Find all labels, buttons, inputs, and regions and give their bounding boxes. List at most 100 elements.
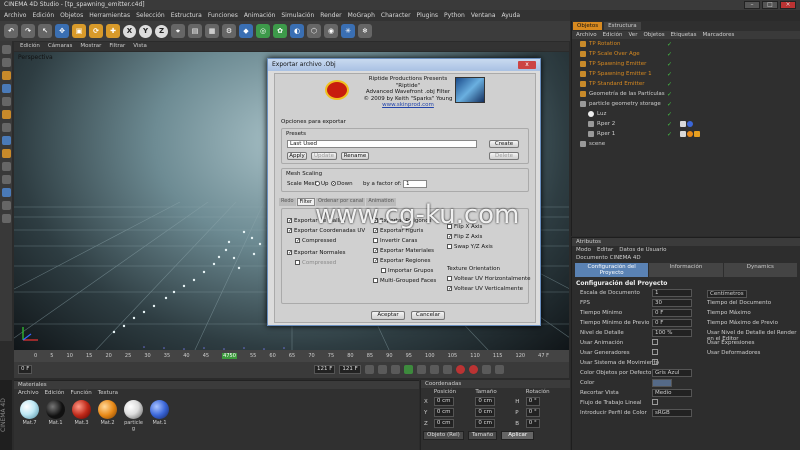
rename-button[interactable]: Rename — [341, 152, 369, 160]
record-icon[interactable] — [455, 364, 465, 374]
warning-tag-icon[interactable] — [694, 131, 700, 137]
timeline[interactable]: 0 5 10 15 20 25 30 35 40 45 4750 55 60 6… — [14, 350, 569, 378]
edges-mode-icon[interactable] — [1, 110, 11, 119]
list-item[interactable]: Rper 1 ✓ — [572, 129, 800, 139]
export-materials-checkbox[interactable]: ✓ Exportar Materiales — [373, 248, 434, 254]
current-frame-marker[interactable]: 4750 — [222, 353, 237, 359]
menu-python[interactable]: Python — [444, 12, 465, 19]
tab-redo[interactable]: Redo — [279, 198, 296, 206]
timeline-ruler[interactable]: 0 5 10 15 20 25 30 35 40 45 4750 55 60 6… — [14, 350, 569, 362]
obj-menu-ver[interactable]: Ver — [628, 32, 637, 38]
color-profile-dropdown[interactable]: sRGB — [652, 409, 692, 417]
menu-edicion[interactable]: Edición — [32, 12, 54, 19]
menu-ayuda[interactable]: Ayuda — [502, 12, 521, 19]
enabled-check-icon[interactable]: ✓ — [667, 131, 672, 138]
current-frame-field[interactable]: 121 F — [314, 364, 336, 374]
apply-button[interactable]: Apply — [287, 152, 307, 160]
vp-menu-vista[interactable]: Vista — [133, 43, 147, 50]
vp-menu-mostrar[interactable]: Mostrar — [80, 43, 101, 50]
use-motion-system-checkbox[interactable] — [652, 359, 658, 365]
flip-uv-vertical-checkbox[interactable]: ✓ Voltear UV Verticalmente — [447, 286, 523, 292]
tab-objects[interactable]: Objetos — [573, 22, 603, 30]
cancel-button[interactable]: Cancelar — [411, 311, 445, 320]
vp-menu-filtrar[interactable]: Filtrar — [109, 43, 125, 50]
menu-plugins[interactable]: Plugins — [417, 12, 439, 19]
render-view-icon[interactable]: ▤ — [188, 24, 202, 38]
redo-icon[interactable]: ↷ — [21, 24, 35, 38]
flip-z-checkbox[interactable]: ✓ Flip Z Axis — [447, 234, 482, 240]
render-settings-icon[interactable]: ⚙ — [222, 24, 236, 38]
mat-menu-funcion[interactable]: Función — [70, 390, 91, 397]
list-item[interactable]: TP Scale Over Age ✓ — [572, 49, 800, 59]
axis-mode-icon[interactable] — [1, 136, 11, 145]
min-preview-field[interactable]: 0 F — [652, 319, 692, 327]
create-button[interactable]: Create — [489, 140, 519, 148]
menu-seleccion[interactable]: Selección — [136, 12, 165, 19]
object-mode-icon[interactable] — [1, 58, 11, 67]
scene-icon[interactable]: ⬡ — [307, 24, 321, 38]
header-link[interactable]: www.skinprod.com — [353, 102, 463, 109]
workplane-icon[interactable] — [1, 84, 11, 93]
tab-dynamics[interactable]: Dynamics — [723, 263, 797, 277]
size-mode-dropdown[interactable]: Tamaño — [467, 431, 498, 440]
paint-icon[interactable] — [1, 201, 11, 210]
x-axis-button[interactable]: X — [123, 24, 136, 38]
material-tag-icon[interactable] — [687, 131, 693, 137]
list-item[interactable]: TP Spawning Emitter ✓ — [572, 59, 800, 69]
linear-workflow-checkbox[interactable] — [652, 399, 658, 405]
enabled-check-icon[interactable]: ✓ — [667, 51, 672, 58]
pos-z-field[interactable]: 0 cm — [433, 419, 454, 428]
move-icon[interactable]: ✥ — [55, 24, 69, 38]
use-generators-checkbox[interactable] — [652, 349, 658, 355]
prev-key-icon[interactable] — [377, 364, 387, 374]
close-button[interactable]: × — [780, 1, 796, 9]
list-item[interactable]: scene — [572, 139, 800, 149]
enabled-check-icon[interactable]: ✓ — [667, 111, 672, 118]
swap-yz-checkbox[interactable]: Swap Y/Z Axis — [447, 244, 493, 250]
go-end-icon[interactable] — [442, 364, 452, 374]
material-item[interactable]: Mat.7 — [18, 400, 41, 432]
vp-menu-edicion[interactable]: Edición — [20, 43, 40, 50]
attr-menu-editar[interactable]: Editar — [597, 247, 613, 253]
list-item[interactable]: TP Rotation ✓ — [572, 39, 800, 49]
uv-compressed-checkbox[interactable]: ✓ Compressed — [295, 238, 336, 244]
rotate-icon[interactable]: ⟳ — [89, 24, 103, 38]
apply-coords-button[interactable]: Aplicar — [501, 431, 535, 440]
enabled-check-icon[interactable]: ✓ — [667, 121, 672, 128]
list-item[interactable]: Luz ✓ — [572, 109, 800, 119]
list-item[interactable]: particle geometry storage ✓ — [572, 99, 800, 109]
rot-b-field[interactable]: 0 ° — [525, 419, 540, 428]
material-item[interactable]: Mat.1 — [148, 400, 171, 432]
mat-menu-edicion[interactable]: Edición — [45, 390, 65, 397]
invert-faces-checkbox[interactable]: Invertir Caras — [373, 238, 417, 244]
maximize-button[interactable]: □ — [762, 1, 778, 9]
list-item[interactable]: TP Spawning Emitter 1 ✓ — [572, 69, 800, 79]
undo-icon[interactable]: ↶ — [4, 24, 18, 38]
scale-down-radio[interactable]: Down — [331, 181, 353, 187]
grid-icon[interactable] — [1, 214, 11, 223]
material-item[interactable]: Mat.1 — [44, 400, 67, 432]
go-start-icon[interactable] — [364, 364, 374, 374]
menu-simulacion[interactable]: Simulación — [281, 12, 314, 19]
points-mode-icon[interactable] — [1, 97, 11, 106]
material-item[interactable]: particle g — [122, 400, 145, 432]
lod-field[interactable]: 100 % — [652, 329, 692, 337]
pos-x-field[interactable]: 0 cm — [433, 397, 454, 406]
obj-menu-objetos[interactable]: Objetos — [643, 32, 664, 38]
menu-mograph[interactable]: MoGraph — [348, 12, 375, 19]
tab-structure[interactable]: Estructura — [604, 22, 641, 30]
export-normals-checkbox[interactable]: ✓ Exportar Normales — [287, 250, 346, 256]
list-item[interactable]: Rper 2 ✓ — [572, 119, 800, 129]
particles-icon[interactable]: ❄ — [358, 24, 372, 38]
color-swatch[interactable] — [652, 379, 672, 387]
menu-archivo[interactable]: Archivo — [4, 12, 26, 19]
z-axis-button[interactable]: Z — [155, 24, 168, 38]
camera-icon[interactable]: ◉ — [324, 24, 338, 38]
light-icon[interactable]: ✳ — [341, 24, 355, 38]
enabled-check-icon[interactable]: ✓ — [667, 41, 672, 48]
start-frame-field[interactable]: 0 F — [18, 364, 33, 374]
mat-menu-textura[interactable]: Textura — [98, 390, 118, 397]
material-item[interactable]: Mat.3 — [70, 400, 93, 432]
locked-workplane-icon[interactable] — [1, 175, 11, 184]
min-time-field[interactable]: 0 F — [652, 309, 692, 317]
